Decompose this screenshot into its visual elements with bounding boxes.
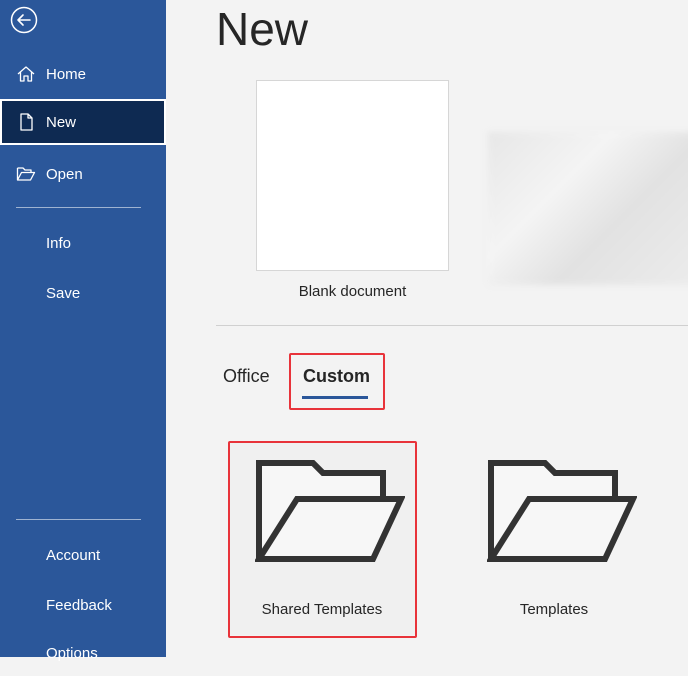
tile-label: Templates bbox=[519, 601, 589, 618]
back-arrow-icon[interactable] bbox=[10, 6, 38, 34]
sidebar-item-label: Info bbox=[46, 234, 72, 252]
folder-open-icon bbox=[487, 460, 637, 562]
blank-document-thumbnail[interactable] bbox=[256, 80, 449, 271]
sidebar-item-label: New bbox=[46, 113, 77, 131]
sidebar-item-open[interactable]: Open bbox=[0, 151, 166, 197]
tab-office[interactable]: Office bbox=[223, 366, 270, 387]
sidebar-item-account[interactable]: Account bbox=[0, 532, 166, 578]
sidebar-item-save[interactable]: Save bbox=[0, 270, 166, 316]
sidebar-item-label: Save bbox=[46, 284, 81, 302]
main-content: New Blank document Office Custom Shared … bbox=[166, 0, 688, 657]
sidebar-item-label: Home bbox=[46, 65, 87, 83]
sidebar-item-options[interactable]: Options bbox=[0, 630, 166, 676]
sidebar-item-info[interactable]: Info bbox=[0, 220, 166, 266]
page-title: New bbox=[216, 3, 309, 55]
document-icon bbox=[20, 113, 33, 131]
sidebar-divider bbox=[16, 207, 141, 208]
sidebar-item-feedback[interactable]: Feedback bbox=[0, 582, 166, 628]
template-thumbnail-blurred[interactable] bbox=[488, 132, 688, 285]
highlight-box-shared-templates bbox=[228, 441, 417, 638]
sidebar-divider bbox=[16, 519, 141, 520]
folder-open-icon bbox=[16, 167, 36, 181]
sidebar-item-label: Feedback bbox=[46, 596, 112, 614]
home-icon bbox=[17, 66, 35, 82]
sidebar-item-new[interactable]: New bbox=[0, 99, 166, 145]
section-divider bbox=[216, 325, 688, 326]
templates-tile[interactable]: Templates bbox=[461, 443, 647, 635]
blank-document-label[interactable]: Blank document bbox=[256, 283, 449, 300]
sidebar-item-home[interactable]: Home bbox=[0, 51, 166, 97]
backstage-sidebar: Home New Open Info Save Account Feedback… bbox=[0, 0, 166, 662]
highlight-box-custom-tab bbox=[289, 353, 385, 410]
sidebar-item-label: Open bbox=[46, 165, 83, 183]
sidebar-item-label: Options bbox=[46, 644, 98, 662]
sidebar-item-label: Account bbox=[46, 546, 101, 564]
